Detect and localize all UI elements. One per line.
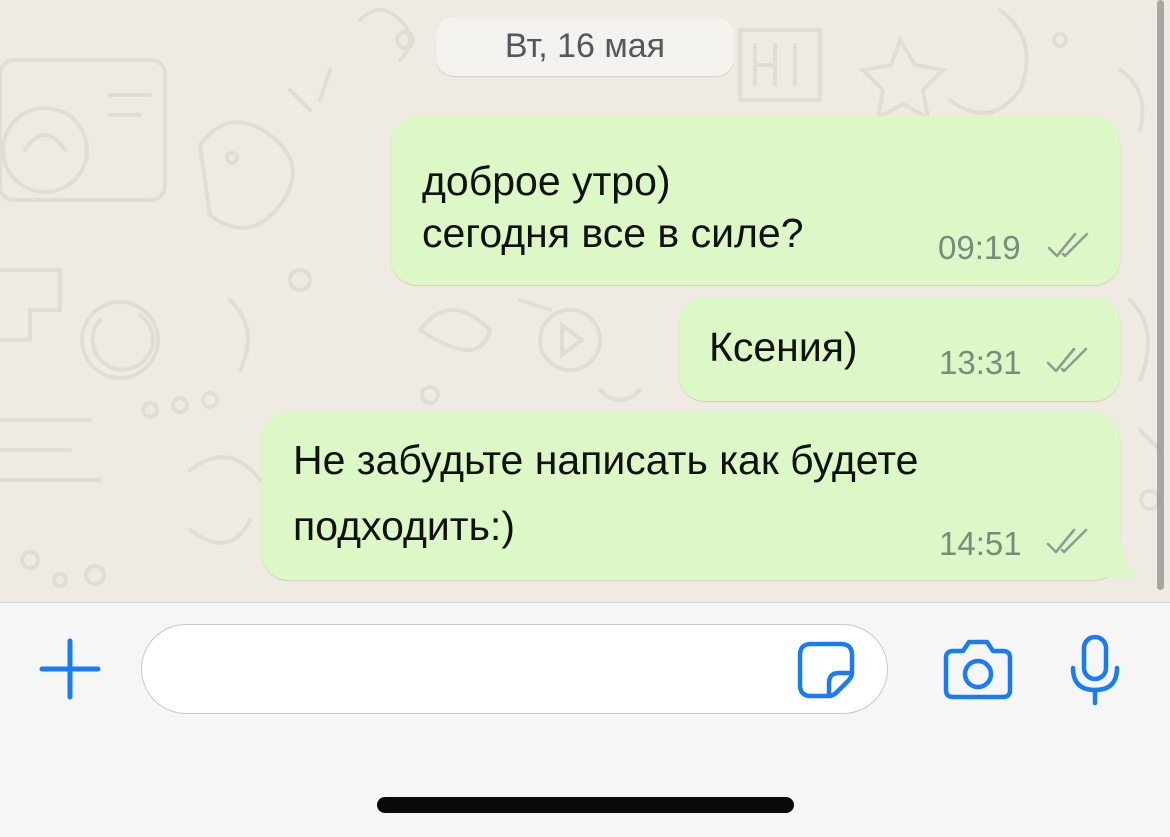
message-line: Ксения)	[709, 324, 858, 370]
date-separator: Вт, 16 мая	[436, 17, 734, 76]
message-bubble-outgoing[interactable]: Не забудьте написать как будете подходит…	[262, 412, 1120, 580]
read-ticks-icon	[1046, 528, 1088, 554]
message-line: подходить:)	[293, 503, 515, 549]
date-label: Вт, 16 мая	[504, 27, 666, 65]
message-bubble-outgoing[interactable]: Ксения) 13:31	[679, 297, 1120, 401]
sticker-icon[interactable]	[797, 641, 855, 699]
scrollbar[interactable]	[1157, 0, 1164, 590]
message-time: 14:51	[939, 525, 1022, 562]
camera-icon[interactable]	[943, 638, 1013, 700]
read-ticks-icon	[1047, 232, 1089, 258]
message-line: сегодня все в силе?	[422, 210, 804, 256]
message-bubble-outgoing[interactable]: доброе утро) сегодня все в силе? 09:19	[391, 116, 1120, 285]
message-input[interactable]	[141, 624, 888, 714]
read-ticks-icon	[1046, 347, 1088, 373]
message-line: Не забудьте написать как будете	[293, 437, 919, 483]
home-indicator[interactable]	[377, 797, 794, 813]
bubble-tail	[1090, 534, 1140, 579]
plus-icon[interactable]	[38, 637, 102, 701]
message-time: 09:19	[938, 229, 1021, 266]
message-time: 13:31	[939, 344, 1022, 381]
microphone-icon[interactable]	[1068, 634, 1122, 706]
chat-area[interactable]: Вт, 16 мая доброе утро) сегодня все в си…	[0, 0, 1170, 602]
